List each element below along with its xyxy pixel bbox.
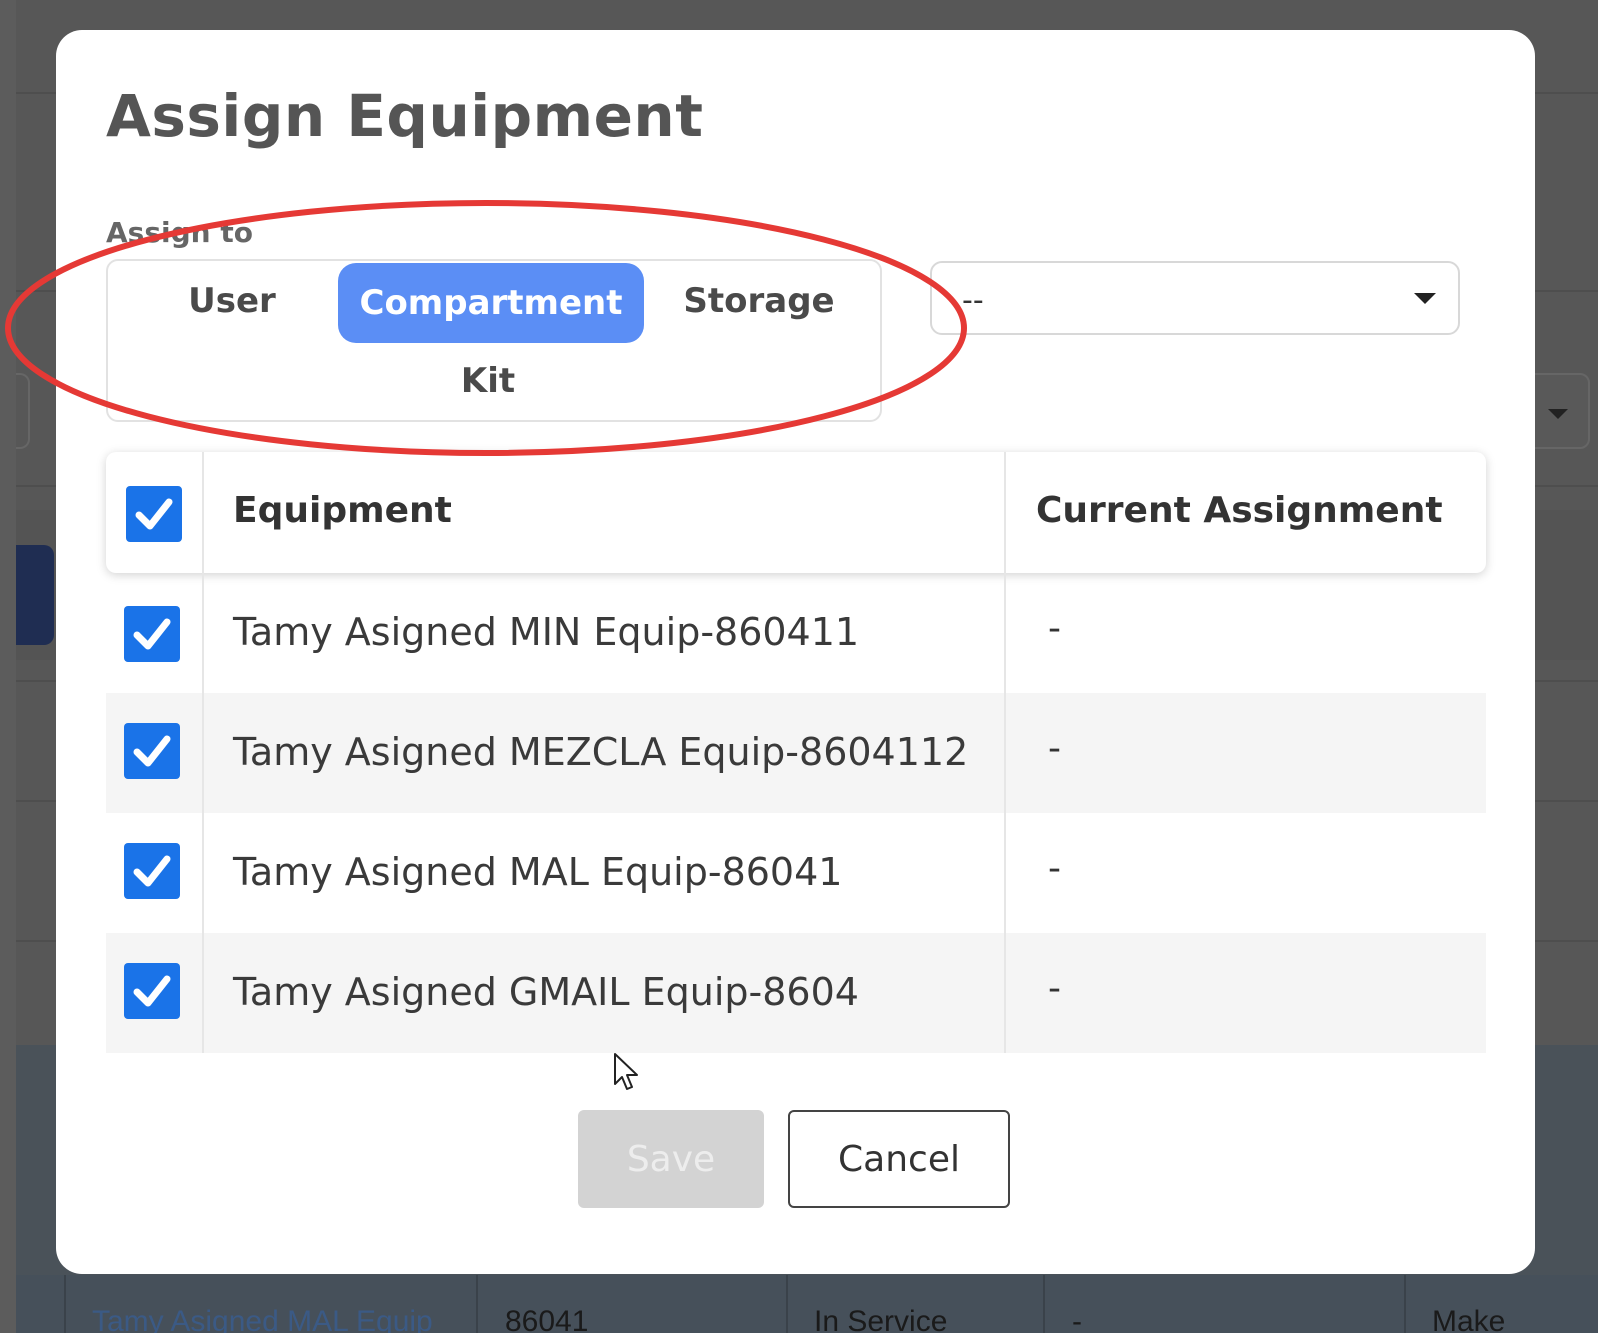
column-divider [202, 573, 204, 693]
column-divider [202, 813, 204, 933]
mouse-cursor-icon [614, 1053, 638, 1090]
modal-title: Assign Equipment [106, 82, 704, 150]
equipment-name: Tamy Asigned MIN Equip-860411 [233, 610, 860, 654]
assign-to-label: Assign to [106, 216, 253, 249]
bg-cell-status: In Service [814, 1305, 948, 1333]
assign-equipment-modal: Assign Equipment Assign to User Compartm… [56, 30, 1535, 1274]
table-row: Tamy Asigned MIN Equip-860411 - [106, 573, 1486, 693]
column-header-equipment[interactable]: Equipment [233, 490, 452, 531]
current-assignment: - [1048, 608, 1061, 649]
checkmark-icon [133, 735, 171, 767]
equipment-name: Tamy Asigned MAL Equip-86041 [233, 850, 843, 894]
bg-primary-button [16, 545, 54, 645]
column-divider [1004, 813, 1006, 933]
current-assignment: - [1048, 728, 1061, 769]
row-checkbox[interactable] [124, 606, 180, 662]
row-checkbox[interactable] [124, 963, 180, 1019]
column-divider [202, 693, 204, 813]
table-header: Equipment Current Assignment [106, 452, 1486, 573]
equipment-name: Tamy Asigned MEZCLA Equip-8604112 [233, 730, 969, 774]
assign-target-value: -- [962, 283, 984, 318]
assign-option-kit[interactable]: Kit [398, 341, 578, 421]
cancel-button[interactable]: Cancel [788, 1110, 1010, 1208]
table-row: Tamy Asigned MAL Equip-86041 - [106, 813, 1486, 933]
bg-cell-assignment: - [1072, 1305, 1082, 1333]
table-row: Tamy Asigned GMAIL Equip-8604 - [106, 933, 1486, 1053]
current-assignment: - [1048, 968, 1061, 1009]
bg-cell-action: Make [1432, 1305, 1506, 1333]
chevron-down-icon [1414, 293, 1436, 304]
bg-input [16, 373, 30, 449]
assign-type-selector: User Compartment Storage Kit [106, 259, 882, 422]
checkmark-icon [133, 855, 171, 887]
checkmark-icon [135, 498, 173, 530]
select-all-checkbox[interactable] [126, 486, 182, 542]
column-divider [1004, 452, 1006, 573]
column-divider [202, 452, 204, 573]
bg-cell-divider [476, 1275, 478, 1333]
column-divider [202, 933, 204, 1053]
chevron-down-icon [1548, 409, 1568, 419]
column-header-current-assignment[interactable]: Current Assignment [1036, 490, 1443, 531]
assign-target-select[interactable]: -- [930, 261, 1460, 335]
checkmark-icon [133, 975, 171, 1007]
bg-cell-divider [64, 1275, 66, 1333]
bg-cell-divider [786, 1275, 788, 1333]
equipment-table: Equipment Current Assignment Tamy Asigne… [106, 452, 1486, 1053]
assign-option-compartment[interactable]: Compartment [338, 263, 644, 343]
row-checkbox[interactable] [124, 723, 180, 779]
column-divider [1004, 933, 1006, 1053]
bg-cell-divider [1404, 1275, 1406, 1333]
bg-cell-divider [1043, 1275, 1045, 1333]
bg-cell-id: 86041 [505, 1305, 589, 1333]
equipment-name: Tamy Asigned GMAIL Equip-8604 [233, 970, 859, 1014]
assign-option-storage[interactable]: Storage [654, 261, 864, 341]
save-button[interactable]: Save [578, 1110, 764, 1208]
row-checkbox[interactable] [124, 843, 180, 899]
checkmark-icon [133, 618, 171, 650]
bg-cell-name: Tamy Asigned MAL Equip [92, 1305, 433, 1333]
column-divider [1004, 693, 1006, 813]
assign-option-user[interactable]: User [132, 261, 332, 341]
column-divider [1004, 573, 1006, 693]
table-row: Tamy Asigned MEZCLA Equip-8604112 - [106, 693, 1486, 813]
current-assignment: - [1048, 848, 1061, 889]
